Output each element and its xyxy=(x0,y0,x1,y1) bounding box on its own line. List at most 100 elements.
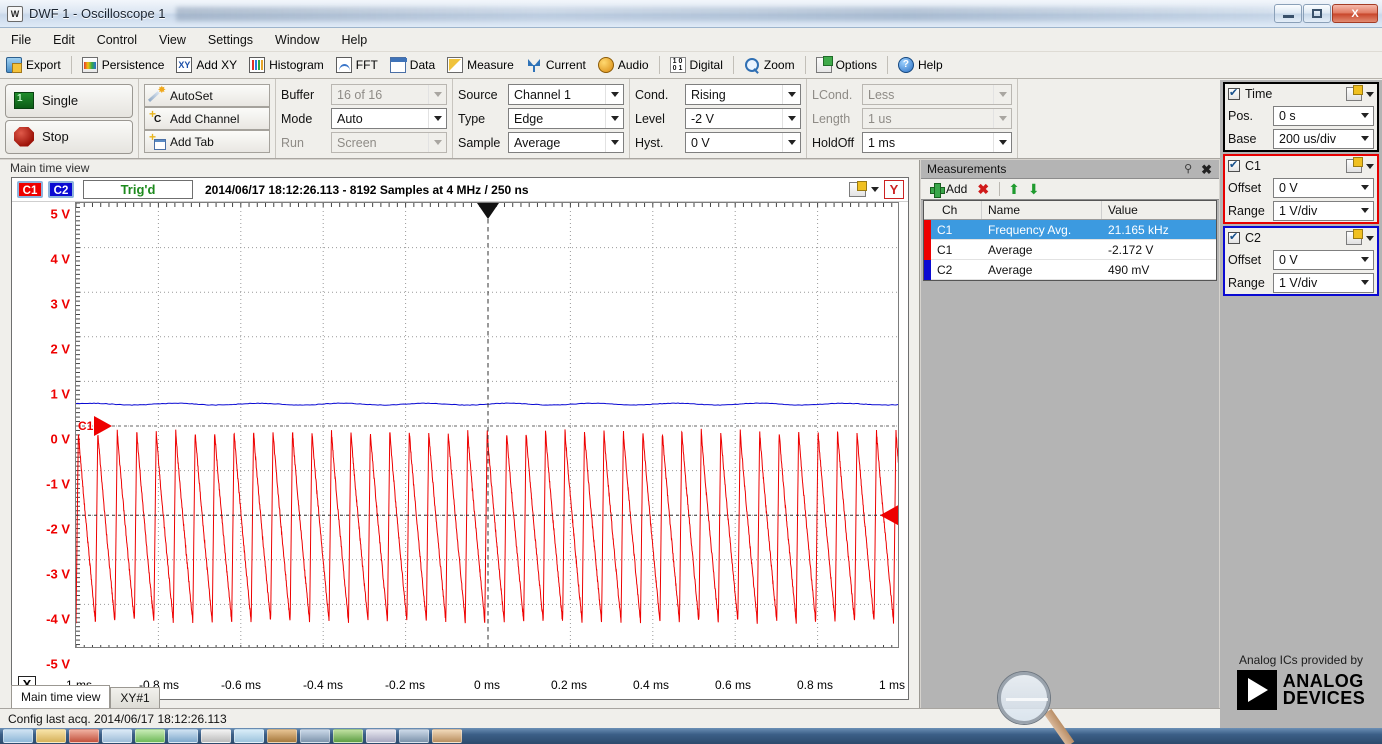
taskbar-item[interactable] xyxy=(267,729,297,743)
taskbar-item[interactable] xyxy=(333,729,363,743)
toolbar-zoom[interactable]: Zoom xyxy=(738,55,801,75)
pin-icon[interactable]: ⚲ xyxy=(1184,164,1194,175)
menu-help[interactable]: Help xyxy=(331,30,379,50)
taskbar-item[interactable] xyxy=(234,729,264,743)
menu-control[interactable]: Control xyxy=(86,30,148,50)
length-select[interactable]: 1 us xyxy=(862,108,1012,129)
c1-offset-select[interactable]: 0 V xyxy=(1273,178,1374,198)
move-up-icon[interactable]: ⬆ xyxy=(1008,181,1020,198)
settings-icon[interactable] xyxy=(1346,231,1362,245)
taskbar-item[interactable] xyxy=(102,729,132,743)
move-down-icon[interactable]: ⬇ xyxy=(1028,181,1040,198)
stop-button[interactable]: Stop xyxy=(5,120,133,154)
chevron-down-icon xyxy=(993,85,1011,104)
digital-icon: 1 00 1 xyxy=(670,57,686,73)
source-select[interactable]: Channel 1 xyxy=(508,84,624,105)
c2-offset-value: 0 V xyxy=(1279,253,1298,267)
toolbar-help[interactable]: ? Help xyxy=(892,55,949,75)
logo-wordmark: ANALOG DEVICES xyxy=(1283,673,1366,707)
mode-select[interactable]: Auto xyxy=(331,108,447,129)
run-select[interactable]: Screen xyxy=(331,132,447,153)
toolbar-separator xyxy=(999,182,1000,196)
y-axis-button[interactable]: Y xyxy=(884,180,904,199)
add-tab-button[interactable]: Add Tab xyxy=(144,130,270,153)
toolbar-options[interactable]: Options xyxy=(810,55,883,75)
chevron-down-icon[interactable] xyxy=(1366,236,1374,241)
menu-settings[interactable]: Settings xyxy=(197,30,264,50)
toolbar-data[interactable]: Data xyxy=(384,55,441,75)
toolbar-histogram[interactable]: Histogram xyxy=(243,55,330,75)
stop-label: Stop xyxy=(42,129,69,144)
close-icon[interactable]: ✖ xyxy=(1201,164,1212,175)
hyst-select[interactable]: 0 V xyxy=(685,132,801,153)
taskbar-item[interactable] xyxy=(366,729,396,743)
menu-view[interactable]: View xyxy=(148,30,197,50)
measurements-title: Measurements xyxy=(927,162,1006,176)
c2-offset-select[interactable]: 0 V xyxy=(1273,250,1374,270)
menu-edit[interactable]: Edit xyxy=(42,30,86,50)
holdoff-select[interactable]: 1 ms xyxy=(862,132,1012,153)
taskbar-item[interactable] xyxy=(36,729,66,743)
toolbar-measure[interactable]: Measure xyxy=(441,55,520,75)
delete-measurement-icon[interactable]: ✖ xyxy=(977,181,989,198)
time-base-select[interactable]: 200 us/div xyxy=(1273,129,1374,149)
taskbar-item[interactable] xyxy=(3,729,33,743)
taskbar-item[interactable] xyxy=(432,729,462,743)
minimize-button[interactable] xyxy=(1274,4,1302,23)
lcond-select[interactable]: Less xyxy=(862,84,1012,105)
table-row[interactable]: C2 Average 490 mV xyxy=(924,260,1216,280)
chevron-down-icon[interactable] xyxy=(871,187,879,192)
sample-select[interactable]: Average xyxy=(508,132,624,153)
taskbar-item[interactable] xyxy=(399,729,429,743)
row-channel: C2 xyxy=(931,263,982,277)
tab-main-time-view[interactable]: Main time view xyxy=(11,685,110,708)
add-measurement-button[interactable]: Add xyxy=(926,181,971,197)
taskbar-item[interactable] xyxy=(168,729,198,743)
time-pos-select[interactable]: 0 s xyxy=(1273,106,1374,126)
channel-badge-c2[interactable]: C2 xyxy=(48,181,74,198)
toolbar-fft[interactable]: FFT xyxy=(330,55,384,75)
taskbar-item[interactable] xyxy=(300,729,330,743)
settings-icon[interactable] xyxy=(1346,87,1362,101)
type-label: Type xyxy=(458,112,508,126)
menu-file[interactable]: File xyxy=(0,30,42,50)
toolbar-digital[interactable]: 1 00 1 Digital xyxy=(664,55,729,75)
lcond-row: LCond. Less xyxy=(812,83,1012,107)
buffer-select[interactable]: 16 of 16 xyxy=(331,84,447,105)
taskbar-item[interactable] xyxy=(135,729,165,743)
channel-badge-c1[interactable]: C1 xyxy=(17,181,43,198)
table-row[interactable]: C1 Frequency Avg. 21.165 kHz xyxy=(924,220,1216,240)
table-row[interactable]: C1 Average -2.172 V xyxy=(924,240,1216,260)
toolbar-persistence[interactable]: Persistence xyxy=(76,55,171,75)
toolbar-measure-label: Measure xyxy=(467,58,514,72)
toolbar-current[interactable]: Current xyxy=(520,55,592,75)
menu-window[interactable]: Window xyxy=(264,30,330,50)
single-button[interactable]: Single xyxy=(5,84,133,118)
add-channel-button[interactable]: Add Channel xyxy=(144,107,270,130)
c1-range-select[interactable]: 1 V/div xyxy=(1273,201,1374,221)
taskbar-item[interactable] xyxy=(201,729,231,743)
c2-enable-checkbox[interactable] xyxy=(1228,232,1240,244)
type-select[interactable]: Edge xyxy=(508,108,624,129)
settings-icon[interactable] xyxy=(1346,159,1362,173)
c2-range-select[interactable]: 1 V/div xyxy=(1273,273,1374,293)
holdoff-value: 1 ms xyxy=(868,136,895,150)
autoset-button[interactable]: AutoSet xyxy=(144,84,270,107)
toolbar-audio[interactable]: Audio xyxy=(592,55,655,75)
level-select[interactable]: -2 V xyxy=(685,108,801,129)
channel-color-swatch xyxy=(924,220,931,240)
waveform-plot[interactable]: C1 xyxy=(75,202,899,648)
close-button[interactable]: X xyxy=(1332,4,1378,23)
chevron-down-icon xyxy=(782,133,800,152)
chevron-down-icon[interactable] xyxy=(1366,164,1374,169)
maximize-button[interactable] xyxy=(1303,4,1331,23)
cond-select[interactable]: Rising xyxy=(685,84,801,105)
chevron-down-icon[interactable] xyxy=(1366,92,1374,97)
tab-xy-1[interactable]: XY#1 xyxy=(110,687,159,708)
toolbar-add-xy[interactable]: XY Add XY xyxy=(170,55,243,75)
toolbar-export[interactable]: Export xyxy=(0,55,67,75)
c1-enable-checkbox[interactable] xyxy=(1228,160,1240,172)
view-settings-icon[interactable] xyxy=(849,182,866,197)
time-enable-checkbox[interactable] xyxy=(1228,88,1240,100)
taskbar-item[interactable] xyxy=(69,729,99,743)
